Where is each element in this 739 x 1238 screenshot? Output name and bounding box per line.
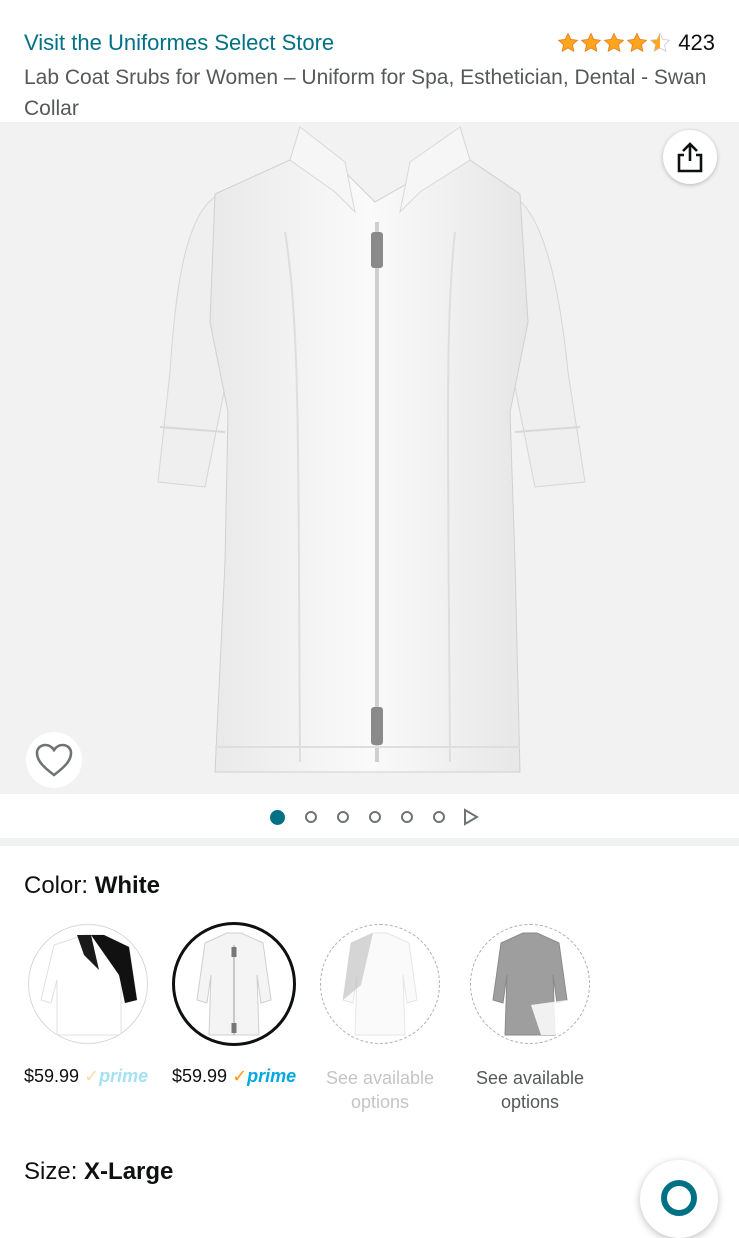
product-image <box>157 126 586 773</box>
see-options-link[interactable]: See available options <box>456 1066 604 1114</box>
prime-badge: ✓prime <box>232 1066 297 1086</box>
star-icon <box>627 32 648 52</box>
selected-size: X-Large <box>84 1158 174 1185</box>
swatch-image[interactable] <box>28 924 148 1044</box>
see-options-link[interactable]: See available options <box>306 1066 454 1114</box>
color-swatches: $59.99 ✓prime $59.99 ✓prime See availabl… <box>0 920 739 1120</box>
half-star-icon <box>650 32 671 52</box>
play-video-icon[interactable] <box>463 808 479 826</box>
pagination-dot[interactable] <box>369 811 381 823</box>
rating: 423 <box>557 30 715 56</box>
floating-action-button[interactable] <box>640 1160 718 1238</box>
pagination-dot[interactable] <box>305 811 317 823</box>
swatch-thumbnail <box>492 932 568 1036</box>
store-link[interactable]: Visit the Uniformes Select Store <box>24 30 334 56</box>
swatch-price: $59.99 <box>24 1066 80 1086</box>
product-title: Lab Coat Srubs for Women – Uniform for S… <box>24 66 707 120</box>
rating-count[interactable]: 423 <box>678 30 715 56</box>
share-icon <box>677 142 703 173</box>
star-icon <box>558 32 579 52</box>
selected-color: White <box>94 872 161 899</box>
search-lens-icon <box>661 1180 697 1216</box>
prime-badge: ✓prime <box>84 1066 149 1086</box>
swatch-image-selected[interactable] <box>172 922 296 1046</box>
section-divider <box>0 838 739 846</box>
size-label: Size: X-Large <box>24 1158 174 1185</box>
product-header: Visit the Uniformes Select Store 423 Lab… <box>0 0 739 122</box>
share-button[interactable] <box>663 130 717 184</box>
wishlist-button[interactable] <box>26 732 82 788</box>
pagination-dot[interactable] <box>337 811 349 823</box>
color-label: Color: White <box>24 872 161 899</box>
pagination-dot[interactable] <box>270 809 285 825</box>
swatch-thumbnail <box>40 934 138 1036</box>
product-image-gallery[interactable] <box>0 122 739 794</box>
pagination-dot[interactable] <box>433 811 445 823</box>
swatch-thumbnail <box>342 932 418 1036</box>
swatch-thumbnail <box>196 932 272 1036</box>
star-rating[interactable] <box>557 32 672 54</box>
star-icon <box>604 32 625 52</box>
swatch-image[interactable] <box>320 924 440 1044</box>
swatch-image[interactable] <box>470 924 590 1044</box>
star-icon <box>581 32 602 52</box>
image-pagination <box>0 804 739 830</box>
heart-icon <box>35 743 73 777</box>
swatch-price: $59.99 <box>172 1066 228 1086</box>
pagination-dot[interactable] <box>401 811 413 823</box>
